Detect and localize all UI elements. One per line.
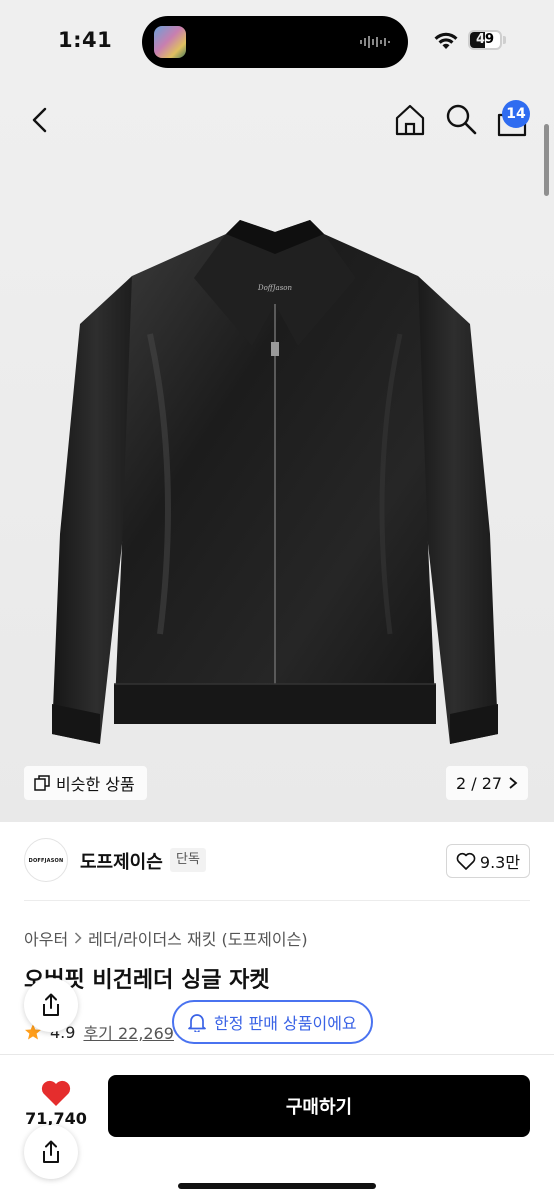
exclusive-badge: 단독 [170,848,206,872]
chevron-right-icon [509,777,518,789]
dynamic-island[interactable] [142,16,408,68]
home-indicator [178,1183,376,1189]
copy-icon [34,775,50,791]
bell-icon [188,1014,206,1032]
breadcrumb: 아우터 레더/라이더스 재킷 (도프제이슨) [24,926,308,950]
jacket-brand-label: DoffJason [257,284,293,292]
status-bar: 1:41 49 [0,0,554,84]
heart-outline-icon [456,852,476,870]
review-count-link[interactable]: 후기 22,269 [83,1020,174,1044]
brand-logo[interactable]: DOFFJASON [24,838,68,882]
wishlist-button[interactable] [36,1073,76,1113]
limited-sale-toast[interactable]: 한정 판매 상품이에요 [172,1000,373,1044]
home-icon[interactable] [392,102,428,138]
share-icon [43,1140,59,1163]
breadcrumb-item-category[interactable]: 레더/라이더스 재킷 (도프제이슨) [88,926,307,950]
image-page-indicator[interactable]: 2 / 27 [446,766,529,800]
battery-cap [503,36,506,44]
now-playing-thumbnail [154,26,186,58]
leather-jacket-image: DoffJason [52,220,498,744]
similar-products-label: 비슷한 상품 [56,775,135,794]
search-icon[interactable] [444,102,478,136]
chevron-right-icon [75,932,82,944]
brand-name[interactable]: 도프제이슨 [80,848,163,874]
breadcrumb-item-outer[interactable]: 아우터 [24,926,68,950]
limited-sale-label: 한정 판매 상품이에요 [214,1014,357,1033]
brand-like-count: 9.3만 [479,853,521,872]
battery-percent: 49 [475,32,495,47]
share-button[interactable] [24,978,78,1032]
scroll-indicator [544,124,549,196]
image-page-label: 2 / 27 [456,773,503,793]
similar-products-button[interactable]: 비슷한 상품 [24,766,147,800]
buy-button[interactable]: 구매하기 [108,1075,530,1137]
product-image-gallery[interactable]: 14 DoffJason 비슷한 상품 2 / 27 [0,84,554,822]
status-time: 1:41 [58,28,113,52]
cart-count-badge: 14 [502,100,530,128]
share-button-bottom[interactable] [24,1125,78,1179]
bottom-action-bar: 71,740 구매하기 [0,1054,554,1200]
brand-row: DOFFJASON 도프제이슨 단독 9.3만 [0,830,554,900]
back-arrow-icon[interactable] [24,104,56,136]
battery-icon: 49 [468,30,502,50]
share-icon [43,993,59,1016]
divider [24,900,530,901]
wifi-icon [434,32,458,49]
audio-wave-icon [360,36,390,48]
brand-like-button[interactable]: 9.3만 [446,844,530,878]
heart-filled-icon [41,1080,71,1106]
